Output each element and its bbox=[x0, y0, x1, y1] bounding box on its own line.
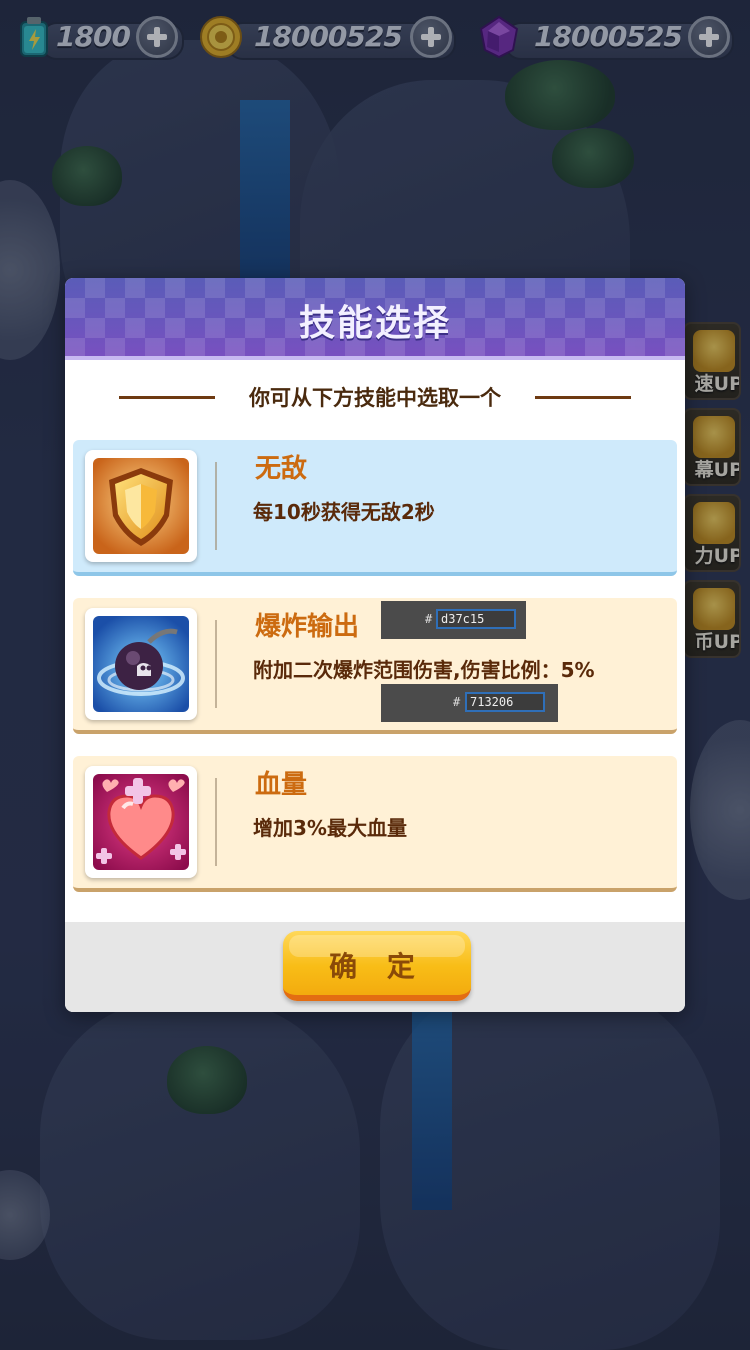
skill-icon-frame bbox=[85, 450, 197, 562]
skill-icon-frame bbox=[85, 766, 197, 878]
tooltip-hash: # bbox=[425, 612, 433, 626]
confirm-label: 确 定 bbox=[329, 950, 425, 983]
dialog-footer: 确 定 bbox=[65, 922, 685, 1012]
tooltip-color-value: d37c15 bbox=[436, 609, 516, 629]
skill-select-dialog: 技能选择 你可从下方技能中选取一个 无敌 每10秒获得无敌2秒 爆炸输出 附加二… bbox=[65, 278, 685, 1012]
tooltip-hash: # bbox=[453, 695, 461, 709]
skill-description: 附加二次爆炸范围伤害,伤害比例：5% bbox=[253, 658, 595, 682]
heart-icon bbox=[93, 774, 189, 870]
skill-name: 血量 bbox=[255, 770, 308, 800]
skill-card-health[interactable]: 血量 增加3%最大血量 bbox=[73, 756, 677, 892]
skill-name: 无敌 bbox=[255, 454, 308, 484]
dialog-subtitle-row: 你可从下方技能中选取一个 bbox=[65, 382, 685, 412]
color-tooltip-name: # d37c15 bbox=[381, 601, 526, 639]
divider-right bbox=[535, 396, 631, 399]
skill-card-explosion[interactable]: 爆炸输出 附加二次爆炸范围伤害,伤害比例：5% bbox=[73, 598, 677, 734]
shield-icon bbox=[93, 458, 189, 554]
card-separator bbox=[215, 620, 217, 708]
color-tooltip-desc: # 713206 bbox=[381, 684, 558, 722]
skill-description: 每10秒获得无敌2秒 bbox=[253, 500, 435, 524]
dialog-header: 技能选择 bbox=[65, 278, 685, 360]
skill-card-invincible[interactable]: 无敌 每10秒获得无敌2秒 bbox=[73, 440, 677, 576]
tooltip-color-value: 713206 bbox=[465, 692, 545, 712]
dialog-title: 技能选择 bbox=[298, 303, 451, 344]
skill-description: 增加3%最大血量 bbox=[253, 816, 407, 840]
skill-name: 爆炸输出 bbox=[255, 612, 360, 642]
card-separator bbox=[215, 462, 217, 550]
confirm-button[interactable]: 确 定 bbox=[283, 931, 471, 1001]
skill-icon-frame bbox=[85, 608, 197, 720]
bomb-icon bbox=[93, 616, 189, 712]
card-separator bbox=[215, 778, 217, 866]
